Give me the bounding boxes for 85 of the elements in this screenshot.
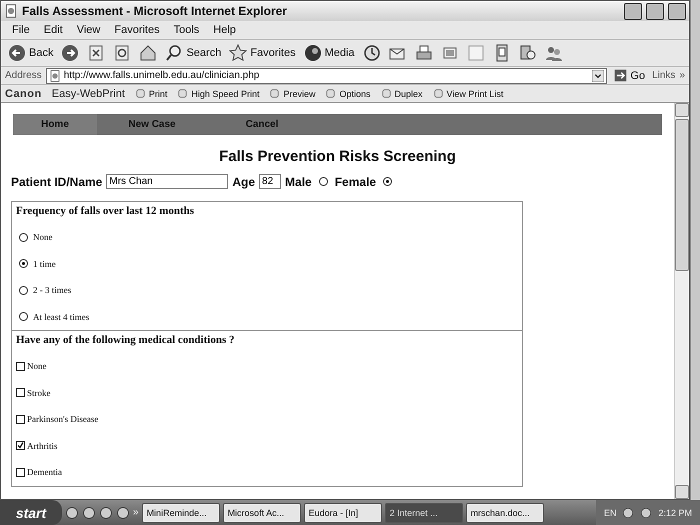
print-toolbar-button[interactable]: Print bbox=[134, 88, 168, 99]
nav-tab[interactable]: Home bbox=[13, 114, 97, 135]
print-toolbar-button[interactable]: View Print List bbox=[432, 88, 504, 99]
stop-icon bbox=[87, 44, 106, 62]
taskbar-button[interactable]: mrschan.doc... bbox=[466, 502, 544, 522]
page-heading: Falls Prevention Risks Screening bbox=[218, 148, 457, 165]
back-button[interactable]: Back bbox=[5, 43, 56, 63]
minimize-button[interactable] bbox=[624, 2, 642, 20]
scrollbar[interactable] bbox=[674, 103, 689, 499]
print-toolbar-button[interactable]: Duplex bbox=[380, 88, 423, 99]
field-label: Age bbox=[232, 174, 256, 188]
print-icon bbox=[414, 44, 433, 62]
window-title: Falls Assessment - Microsoft Internet Explorer bbox=[22, 4, 288, 18]
menu-item[interactable]: Favorites bbox=[107, 24, 167, 36]
menu-item[interactable]: Help bbox=[206, 24, 243, 36]
taskbar-button[interactable]: 2 Internet ... bbox=[384, 502, 463, 522]
dropdown-icon bbox=[592, 70, 604, 82]
menu-item[interactable]: File bbox=[5, 24, 37, 36]
radio-button[interactable] bbox=[318, 177, 328, 186]
menu-item[interactable]: Edit bbox=[36, 24, 70, 36]
favorites-icon bbox=[229, 44, 248, 62]
option-label: Arthritis bbox=[27, 440, 58, 451]
radio-button[interactable] bbox=[19, 312, 28, 322]
clock: 2:12 PM bbox=[658, 508, 692, 518]
links-label[interactable]: Links bbox=[652, 70, 676, 81]
people-icon bbox=[544, 44, 563, 62]
check-icon bbox=[17, 442, 24, 450]
checkbox[interactable] bbox=[16, 468, 25, 477]
option-label: Dementia bbox=[27, 467, 62, 478]
close-button[interactable] bbox=[668, 2, 686, 20]
radio-button[interactable] bbox=[383, 177, 392, 186]
favorites-button[interactable]: Favorites bbox=[226, 43, 299, 63]
option-label: Parkinson's Disease bbox=[27, 414, 98, 424]
menu-item[interactable]: View bbox=[70, 24, 108, 36]
brand-logo: Canon bbox=[5, 88, 42, 100]
address-label: Address bbox=[5, 70, 42, 81]
print-toolbar-button[interactable]: High Speed Print bbox=[177, 88, 260, 99]
go-button[interactable]: Go bbox=[611, 68, 648, 83]
plugin-menu[interactable]: Easy-WebPrint bbox=[52, 88, 125, 100]
go-icon bbox=[614, 69, 628, 82]
start-button[interactable]: start bbox=[0, 500, 62, 525]
maximize-button[interactable] bbox=[646, 2, 664, 20]
question-title: Frequency of falls over last 12 months bbox=[16, 205, 196, 219]
print-toolbar-button[interactable]: Preview bbox=[269, 88, 316, 99]
page-icon bbox=[48, 70, 61, 82]
checkbox[interactable] bbox=[16, 362, 25, 371]
option-label: At least 4 times bbox=[33, 312, 90, 322]
option-label: 1 time bbox=[33, 258, 56, 269]
media-icon bbox=[304, 44, 322, 62]
option-label: Male bbox=[285, 174, 312, 188]
taskbar-button[interactable]: MiniReminde... bbox=[142, 502, 220, 522]
media-button[interactable]: Media bbox=[300, 43, 358, 63]
checkbox[interactable] bbox=[16, 414, 25, 424]
back-icon bbox=[8, 44, 26, 62]
nav-tab[interactable]: New Case bbox=[97, 114, 207, 135]
option-label: None bbox=[27, 361, 46, 372]
refresh-icon bbox=[113, 44, 132, 62]
radio-button[interactable] bbox=[19, 286, 28, 295]
history-icon bbox=[362, 44, 381, 62]
radio-button[interactable] bbox=[19, 259, 28, 268]
language-indicator[interactable]: EN bbox=[604, 508, 616, 518]
age-field[interactable]: 82 bbox=[259, 174, 282, 189]
home-icon bbox=[139, 44, 158, 62]
field-label: Patient ID/Name bbox=[11, 174, 102, 188]
option-label: 2 - 3 times bbox=[33, 285, 72, 296]
search-button[interactable]: Search bbox=[162, 43, 224, 63]
forward-icon bbox=[61, 44, 80, 62]
taskbar-button[interactable]: Microsoft Ac... bbox=[222, 502, 301, 522]
radio-button[interactable] bbox=[19, 232, 28, 242]
taskbar-button[interactable]: Eudora - [In] bbox=[304, 502, 382, 522]
name-field[interactable]: Mrs Chan bbox=[106, 174, 228, 189]
page-icon bbox=[4, 4, 18, 18]
more-chevron[interactable]: » bbox=[133, 507, 139, 518]
checkbox[interactable] bbox=[16, 441, 25, 450]
option-label: None bbox=[33, 232, 52, 242]
option-label: Stroke bbox=[27, 388, 50, 398]
search-icon bbox=[165, 44, 184, 62]
print-toolbar-button[interactable]: Options bbox=[325, 88, 370, 99]
more-chevron[interactable]: » bbox=[679, 70, 685, 81]
nav-tab[interactable]: Cancel bbox=[207, 114, 317, 135]
option-label: Female bbox=[334, 174, 376, 188]
menu-item[interactable]: Tools bbox=[166, 24, 206, 36]
checkbox[interactable] bbox=[16, 388, 25, 398]
question-title: Have any of the following medical conditions ? bbox=[16, 334, 236, 348]
address-field[interactable]: http://www.falls.unimelb.edu.au/clinician.php bbox=[46, 68, 608, 84]
